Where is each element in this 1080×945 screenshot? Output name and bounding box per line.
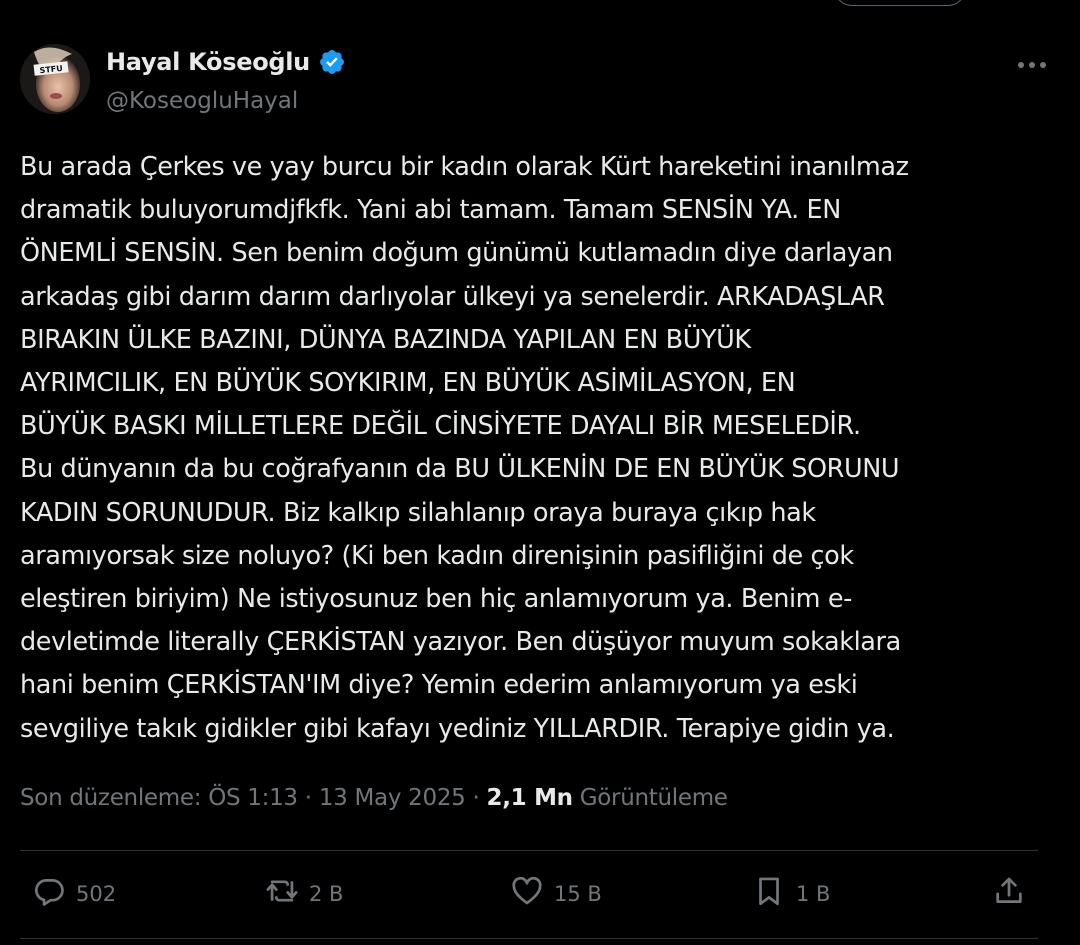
- share-button[interactable]: [992, 874, 1026, 913]
- like-icon: [510, 874, 544, 913]
- user-handle[interactable]: @KoseogluHayal: [106, 88, 298, 114]
- bookmark-button[interactable]: 1 B: [752, 874, 830, 913]
- display-name[interactable]: Hayal Köseoğlu: [106, 48, 310, 76]
- top-follow-pill[interactable]: [834, 0, 966, 6]
- bookmark-icon: [752, 874, 786, 913]
- name-row: Hayal Köseoğlu: [106, 48, 346, 76]
- divider: [20, 850, 1038, 851]
- repost-button[interactable]: 2 B: [265, 874, 343, 913]
- tweet-meta: Son düzenleme: ÖS 1:13 · 13 May 2025 · 2…: [20, 785, 728, 811]
- reply-count: 502: [76, 881, 117, 906]
- reply-button[interactable]: 502: [32, 874, 116, 913]
- verified-badge-icon[interactable]: [318, 48, 346, 76]
- tweet-date-link[interactable]: 13 May 2025: [319, 785, 466, 811]
- meta-separator: ·: [304, 785, 312, 811]
- repost-icon: [265, 874, 299, 913]
- reply-icon: [32, 874, 66, 913]
- tweet-text: Bu arada Çerkes ve yay burcu bir kadın o…: [20, 152, 909, 744]
- share-icon: [992, 874, 1026, 913]
- action-bar: 502 2 B 15 B 1 B: [20, 868, 1038, 920]
- repost-count: 2 B: [309, 881, 344, 906]
- edited-timestamp-link[interactable]: Son düzenleme: ÖS 1:13: [20, 785, 298, 811]
- like-count: 15 B: [554, 881, 602, 906]
- views-label: Görüntüleme: [579, 785, 728, 811]
- like-button[interactable]: 15 B: [510, 874, 602, 913]
- more-icon[interactable]: [1012, 52, 1052, 78]
- views-count: 2,1 Mn: [486, 785, 574, 811]
- avatar[interactable]: STFU: [20, 44, 90, 114]
- bookmark-count: 1 B: [796, 881, 831, 906]
- tweet-header: STFU Hayal Köseoğlu @KoseogluHayal: [20, 44, 1060, 120]
- bottom-divider: [20, 938, 1038, 939]
- meta-separator: ·: [472, 785, 480, 811]
